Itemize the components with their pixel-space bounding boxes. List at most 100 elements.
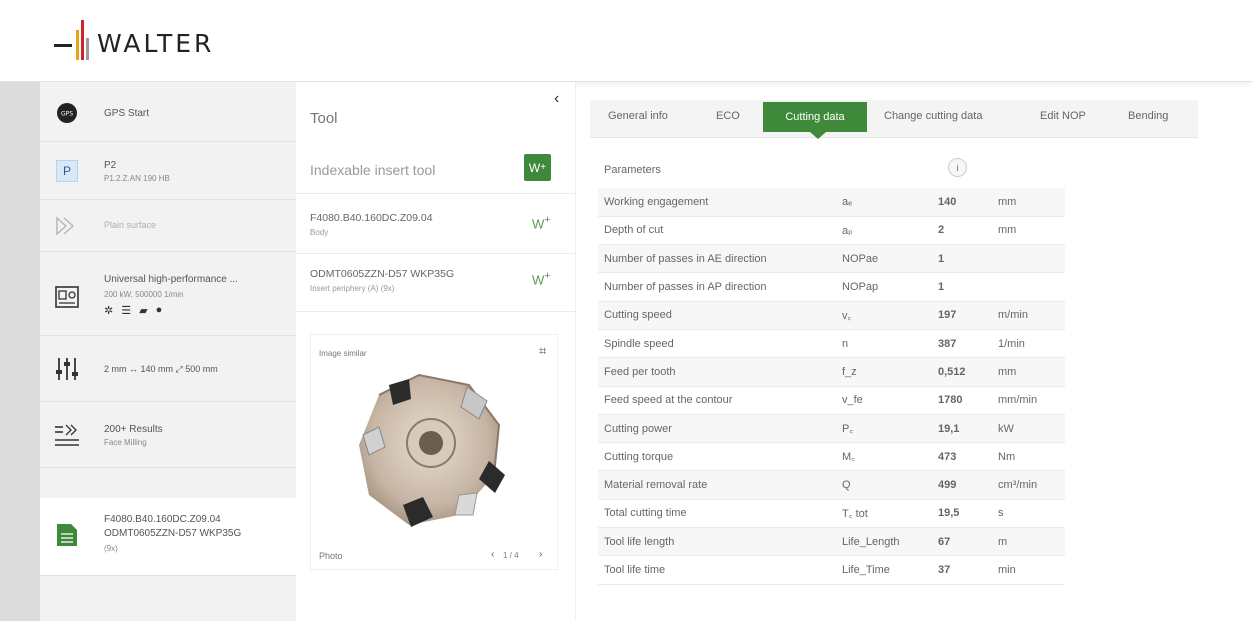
parameters-heading: Parameters [604, 164, 661, 176]
table-row: Number of passes in AP direction NOPap 1 [598, 272, 1065, 302]
workflow-item-label: 2 mm ↔ 140 mm ⤢ 500 mm [104, 364, 218, 374]
param-unit: min [998, 555, 1065, 585]
param-name: Material removal rate [598, 470, 842, 500]
param-unit: m [998, 527, 1065, 557]
param-value: 387 [938, 329, 998, 359]
table-row: Cutting torque M꜀ 473 Nm [598, 442, 1065, 472]
param-name: Cutting speed [598, 301, 842, 330]
param-name: Cutting power [598, 414, 842, 444]
param-symbol: aₚ [842, 216, 938, 246]
pager-indicator: 1 / 4 [503, 551, 519, 560]
param-value: 2 [938, 216, 998, 246]
table-row: Material removal rate Q 499 cm³/min [598, 470, 1065, 500]
param-unit: cm³/min [998, 470, 1065, 500]
tool-insert-row[interactable]: ODMT0605ZZN-D57 WKP35G Insert periphery … [296, 254, 576, 312]
param-value: 197 [938, 301, 998, 330]
collapse-chevron-icon[interactable]: ‹ [554, 90, 559, 108]
workflow-item-results[interactable]: 200+ Results Face Milling [40, 402, 296, 468]
table-row: Depth of cut aₚ 2 mm [598, 216, 1065, 246]
table-row: Cutting power P꜀ 19,1 kW [598, 414, 1065, 444]
param-unit: Nm [998, 442, 1065, 472]
param-name: Feed speed at the contour [598, 386, 842, 415]
param-unit: mm [998, 357, 1065, 387]
param-value: 1780 [938, 386, 998, 415]
pager-next-icon[interactable]: › [539, 549, 542, 560]
details-tabs: General info ECO Cutting data Change cut… [590, 100, 1198, 139]
machine-icon [52, 282, 82, 312]
param-name: Spindle speed [598, 329, 842, 359]
app-header: WALTER [0, 0, 1252, 82]
logo-wordmark: WALTER [97, 28, 215, 58]
insert-code: ODMT0605ZZN-D57 WKP35G [310, 268, 455, 280]
tab-edit-nop[interactable]: Edit NOP [1040, 110, 1086, 122]
param-symbol: aₑ [842, 188, 938, 217]
cutting-data-table: Working engagement aₑ 140 mm Depth of cut aₚ 2… [598, 188, 1065, 585]
coolant-icon: ✲ [104, 305, 114, 317]
param-symbol: f_z [842, 357, 938, 387]
param-name: Total cutting time [598, 499, 842, 529]
workflow-item-material[interactable]: P P2 P1.2.Z.AN 190 HB [40, 142, 296, 200]
param-value: 37 [938, 555, 998, 585]
workflow-item-plain-surface[interactable]: Plain surface [40, 200, 296, 252]
fullscreen-icon[interactable]: ⌗ [539, 343, 546, 359]
param-unit: m/min [998, 301, 1065, 330]
param-name: Working engagement [598, 188, 842, 217]
plain-surface-icon [52, 211, 82, 241]
workflow-sidebar: GPS GPS Start P P2 P1.2.Z.AN 190 HB Plai… [40, 82, 296, 621]
workflow-item-count: (9x) [104, 544, 118, 553]
table-row: Spindle speed n 387 1/min [598, 329, 1065, 359]
tool-selected-icon [52, 520, 82, 550]
table-row: Total cutting time T꜀ tot 19,5 s [598, 499, 1065, 529]
spindle-icon: ● [155, 304, 163, 316]
table-row: Tool life length Life_Length 67 m [598, 527, 1065, 557]
workflow-item-gps-start[interactable]: GPS GPS Start [40, 82, 296, 142]
pager-prev-icon[interactable]: ‹ [491, 549, 494, 560]
table-row: Working engagement aₑ 140 mm [598, 188, 1065, 217]
param-value: 473 [938, 442, 998, 472]
tab-bending[interactable]: Bending [1128, 110, 1168, 122]
indexable-label: Indexable insert tool [310, 162, 436, 178]
tool-body-row[interactable]: F4080.B40.160DC.Z09.04 Body W+ [296, 194, 576, 254]
photo-label: Photo [319, 551, 343, 561]
material-badge-icon: P [52, 156, 82, 186]
param-symbol: n [842, 329, 938, 359]
workflow-item-machine[interactable]: Universal high-performance ... 200 kW, 5… [40, 252, 296, 336]
gps-start-icon: GPS [52, 98, 82, 128]
tab-change-cutting-data[interactable]: Change cutting data [884, 110, 982, 122]
insert-label: Insert periphery (A) (9x) [310, 284, 395, 293]
workflow-item-selected-tool[interactable]: F4080.B40.160DC.Z09.04 ODMT0605ZZN-D57 W… [40, 498, 296, 576]
param-symbol: NOPap [842, 272, 938, 302]
table-row: Feed per tooth f_z 0,512 mm [598, 357, 1065, 387]
tab-general-info[interactable]: General info [608, 110, 668, 122]
param-name: Depth of cut [598, 216, 842, 246]
param-symbol: NOPae [842, 244, 938, 274]
add-to-list-icon[interactable]: W + [524, 154, 551, 181]
workflow-item-dimensions[interactable]: 2 mm ↔ 140 mm ⤢ 500 mm [40, 336, 296, 402]
param-symbol: v꜀ [842, 301, 938, 330]
tab-eco[interactable]: ECO [716, 110, 740, 122]
info-icon[interactable]: i [948, 158, 967, 177]
active-tab-pointer [810, 132, 826, 139]
param-symbol: M꜀ [842, 442, 938, 472]
add-body-icon[interactable]: W+ [532, 214, 551, 231]
workflow-item-label: Plain surface [104, 220, 157, 230]
param-name: Tool life time [598, 555, 842, 585]
indexable-insert-tool-row[interactable]: Indexable insert tool W + [296, 142, 576, 194]
table-row: Cutting speed v꜀ 197 m/min [598, 301, 1065, 330]
logo-color-bars [76, 20, 91, 60]
param-value: 1 [938, 244, 998, 274]
param-value: 140 [938, 188, 998, 217]
param-value: 0,512 [938, 357, 998, 387]
tool-panel: ‹ Tool Indexable insert tool W + F4080.B4… [296, 82, 576, 621]
param-symbol: Life_Time [842, 555, 938, 585]
workflow-item-label: 200+ Results [104, 424, 163, 435]
workflow-item-label: P2 [104, 160, 117, 171]
add-insert-icon[interactable]: W+ [532, 270, 551, 287]
workflow-item-sub: P1.2.Z.AN 190 HB [104, 174, 170, 183]
walter-logo[interactable]: WALTER [54, 18, 214, 62]
table-row: Number of passes in AE direction NOPae 1 [598, 244, 1065, 274]
param-value: 19,1 [938, 414, 998, 444]
param-unit: 1/min [998, 329, 1065, 359]
tab-cutting-data[interactable]: Cutting data [763, 102, 867, 132]
svg-text:GPS: GPS [61, 111, 73, 118]
